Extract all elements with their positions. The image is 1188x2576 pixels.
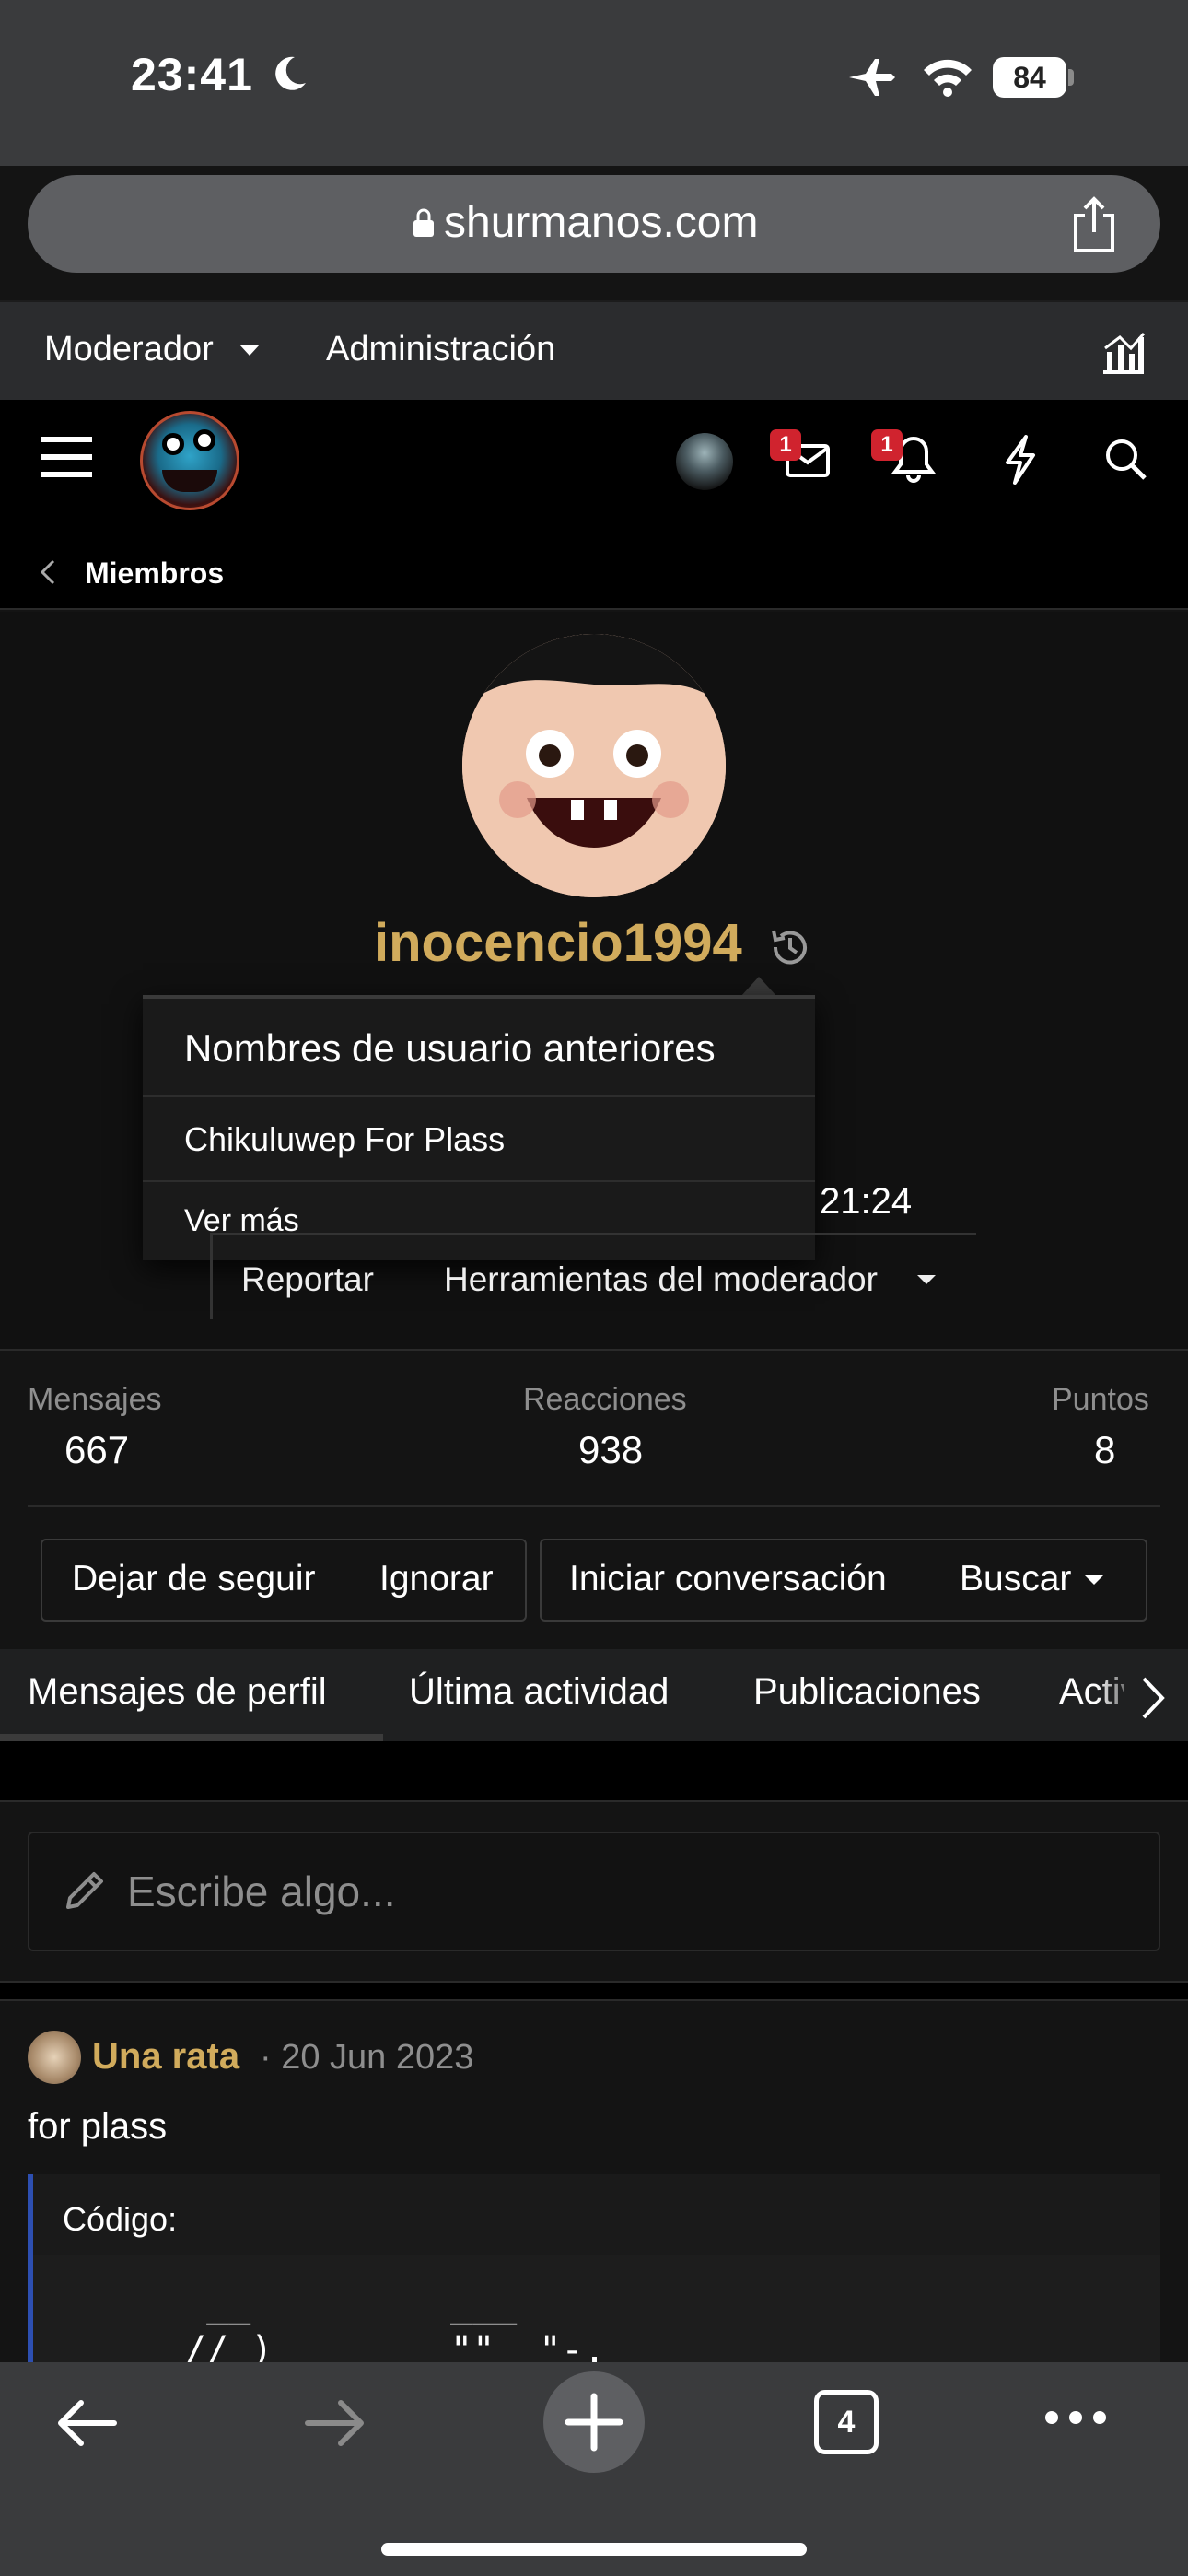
messages-label: Mensajes [28, 1382, 162, 1417]
bolt-icon[interactable] [1002, 435, 1039, 489]
popover-title: Nombres de usuario anteriores [184, 1026, 716, 1070]
logo-eye [162, 433, 184, 455]
moderator-tools-menu[interactable]: Herramientas del moderador [444, 1260, 878, 1299]
lock-icon [412, 207, 436, 243]
wifi-icon [921, 57, 974, 102]
airplane-icon [847, 57, 897, 102]
points-count[interactable]: 8 [1094, 1428, 1115, 1472]
tab-postings[interactable]: Publicaciones [753, 1671, 981, 1713]
forward-arrow-icon[interactable] [304, 2395, 368, 2455]
compose-placeholder[interactable]: Escribe algo... [127, 1867, 395, 1916]
statistics-icon[interactable] [1100, 328, 1147, 381]
hamburger-menu-icon[interactable] [41, 435, 92, 484]
tab-latest-activity[interactable]: Última actividad [409, 1671, 669, 1713]
tabs-count-button[interactable]: 4 [814, 2390, 879, 2454]
moon-icon [269, 53, 309, 99]
divider [143, 1180, 815, 1182]
administration-link[interactable]: Administración [326, 330, 555, 369]
chevron-right-icon[interactable] [1140, 1675, 1166, 1726]
points-label: Puntos [1052, 1382, 1149, 1417]
profile-username: inocencio1994 [374, 913, 742, 973]
report-button[interactable]: Reportar [241, 1260, 374, 1299]
profile-avatar[interactable] [462, 634, 726, 897]
tab-profile-posts[interactable]: Mensajes de perfil [28, 1671, 327, 1713]
history-icon[interactable] [768, 925, 812, 974]
messages-count[interactable]: 667 [64, 1428, 129, 1472]
code-label: Código: [63, 2200, 178, 2238]
divider [0, 1349, 1188, 1351]
breadcrumb-link[interactable]: Miembros [85, 556, 224, 591]
alerts-badge: 1 [871, 429, 903, 461]
avatar[interactable] [28, 2031, 81, 2084]
spacer [0, 1741, 1188, 1802]
search-icon[interactable] [1103, 437, 1147, 486]
caret-down-icon [915, 1273, 938, 1291]
active-tab-indicator [0, 1734, 383, 1741]
divider [28, 1505, 1160, 1507]
pencil-icon [63, 1868, 107, 1917]
find-button[interactable]: Buscar [960, 1559, 1071, 1599]
url-text[interactable]: shurmanos.com [444, 197, 758, 248]
status-time: 23:41 [131, 49, 253, 100]
reactions-count[interactable]: 938 [578, 1428, 643, 1472]
post-date[interactable]: · 20 Jun 2023 [260, 2038, 473, 2078]
post-author[interactable]: Una rata [92, 2036, 239, 2078]
share-icon[interactable] [1068, 195, 1120, 259]
code-content: __ ___ // ) __"" "-. [184, 2283, 606, 2371]
previous-username-item: Chikuluwep For Plass [184, 1120, 506, 1158]
unfollow-button[interactable]: Dejar de seguir [72, 1559, 315, 1599]
code-block-header [33, 2174, 1160, 2255]
ignore-button[interactable]: Ignorar [379, 1559, 494, 1599]
caret-down-icon [1083, 1574, 1105, 1591]
divider [143, 1095, 815, 1097]
moderator-menu[interactable]: Moderador [44, 330, 214, 369]
home-indicator [381, 2543, 807, 2556]
battery-tip [1068, 69, 1074, 86]
inbox-badge: 1 [770, 429, 801, 461]
reactions-label: Reacciones [523, 1382, 687, 1417]
post-body: for plass [28, 2106, 168, 2147]
chevron-left-icon[interactable] [37, 558, 57, 591]
start-conversation-button[interactable]: Iniciar conversación [569, 1559, 887, 1599]
popover-arrow [740, 977, 777, 997]
battery-indicator: 84 [993, 57, 1066, 98]
caret-down-icon [238, 343, 262, 362]
new-tab-button[interactable] [543, 2371, 645, 2473]
spacer [0, 1981, 1188, 2001]
logo-eye [193, 429, 215, 451]
site-logo[interactable] [140, 411, 239, 510]
more-options-icon[interactable] [1042, 2408, 1109, 2431]
last-seen-time: 21:24 [820, 1181, 913, 1222]
user-avatar[interactable] [676, 433, 733, 490]
back-arrow-icon[interactable] [53, 2395, 118, 2455]
